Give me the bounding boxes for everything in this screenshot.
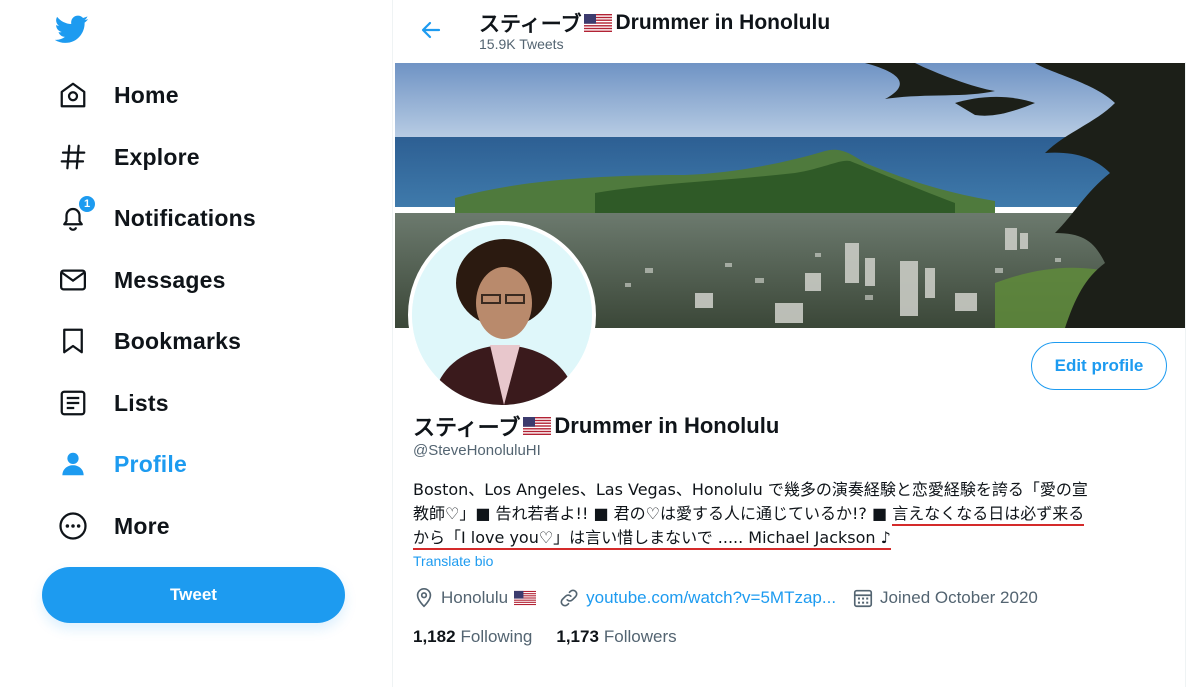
nav-messages[interactable]: Messages	[48, 255, 240, 305]
twitter-bird-icon[interactable]	[54, 12, 89, 46]
website-link[interactable]: youtube.com/watch?v=5MTzap...	[586, 588, 836, 608]
nav-notifications-label: Notifications	[114, 204, 256, 231]
nav-explore[interactable]: Explore	[48, 132, 214, 182]
display-name-prefix: スティーブ	[413, 415, 521, 440]
nav-bookmarks-label: Bookmarks	[114, 327, 242, 354]
bio-line-1: Boston、Los Angeles、Las Vegas、Honolulu で幾…	[413, 480, 1088, 499]
back-arrow-icon[interactable]	[419, 18, 443, 42]
profile-meta: Honolulu youtube.com/watch?v=5MTzap... J…	[413, 585, 1054, 611]
header-title-prefix: スティーブ	[479, 13, 582, 36]
location-pin-icon	[416, 588, 432, 608]
nav-home[interactable]: Home	[48, 70, 193, 120]
hashtag-icon	[58, 142, 88, 172]
profile-bio: Boston、Los Angeles、Las Vegas、Honolulu で幾…	[413, 478, 1173, 550]
bio-underlined-quote: から「I love you♡」は言い惜しまないで ..... Michael J…	[413, 528, 891, 550]
tweet-button[interactable]: Tweet	[42, 567, 345, 623]
nav-notifications[interactable]: 1 Notifications	[48, 193, 270, 243]
calendar-icon	[853, 589, 873, 608]
translate-bio-link[interactable]: Translate bio	[413, 553, 493, 569]
nav-more[interactable]: More	[48, 501, 184, 551]
display-name-suffix: Drummer in Honolulu	[554, 413, 780, 438]
us-flag-icon	[523, 417, 552, 435]
header-title-suffix: Drummer in Honolulu	[615, 11, 831, 34]
header-title: スティーブ Drummer in Honolulu	[479, 8, 830, 38]
location-item: Honolulu	[413, 587, 542, 609]
bio-line-3: から「I love you♡」は言い惜しまないで ..... Michael J…	[413, 526, 1173, 550]
nav-lists[interactable]: Lists	[48, 378, 183, 428]
follow-stats: 1,182 Following 1,173 Followers	[413, 625, 701, 649]
user-handle: @SteveHonoluluHI	[413, 442, 541, 459]
bio-underlined-phrase: 言えなくなる日は必ず来る	[892, 504, 1085, 526]
bio-line-2-text: 教師♡」■ 告れ若者よ!! ■ 君の♡は愛する人に通じているか!? ■	[413, 504, 893, 523]
location-text: Honolulu	[441, 588, 509, 607]
joined-item: Joined October 2020	[852, 587, 1038, 609]
us-flag-icon	[514, 590, 537, 606]
bell-icon: 1	[58, 195, 96, 233]
nav-messages-label: Messages	[114, 266, 226, 293]
website-item[interactable]: youtube.com/watch?v=5MTzap...	[558, 587, 836, 609]
display-name: スティーブ Drummer in Honolulu	[413, 410, 779, 442]
nav-home-label: Home	[114, 81, 179, 108]
link-icon	[560, 589, 578, 607]
envelope-icon	[58, 265, 88, 295]
nav-explore-label: Explore	[114, 143, 200, 170]
us-flag-icon	[584, 14, 613, 32]
edit-profile-button[interactable]: Edit profile	[1031, 342, 1167, 390]
bio-line-2: 教師♡」■ 告れ若者よ!! ■ 君の♡は愛する人に通じているか!? ■ 言えなく…	[413, 502, 1173, 526]
bookmark-icon	[58, 326, 88, 356]
followers-count[interactable]: 1,173	[556, 627, 599, 647]
home-icon	[58, 80, 88, 110]
nav-profile[interactable]: Profile	[48, 439, 201, 489]
nav-lists-label: Lists	[114, 389, 169, 416]
person-icon	[58, 449, 88, 479]
following-count[interactable]: 1,182	[413, 627, 456, 647]
profile-column: スティーブ Drummer in Honolulu 15.9K Tweets E…	[392, 0, 1187, 687]
sidebar: Home Explore 1 Notifications Messages Bo…	[0, 0, 392, 687]
profile-avatar[interactable]	[408, 221, 596, 409]
profile-header-bar: スティーブ Drummer in Honolulu 15.9K Tweets	[393, 0, 1187, 62]
more-icon	[58, 511, 88, 541]
following-label[interactable]: Following	[461, 627, 533, 647]
nav-bookmarks[interactable]: Bookmarks	[48, 316, 255, 366]
nav-profile-label: Profile	[114, 450, 187, 477]
tweet-count: 15.9K Tweets	[479, 36, 564, 52]
nav-more-label: More	[114, 512, 170, 539]
joined-date: Joined October 2020	[880, 588, 1038, 607]
notifications-badge: 1	[78, 195, 96, 213]
list-icon	[58, 388, 88, 418]
followers-label[interactable]: Followers	[604, 627, 677, 647]
